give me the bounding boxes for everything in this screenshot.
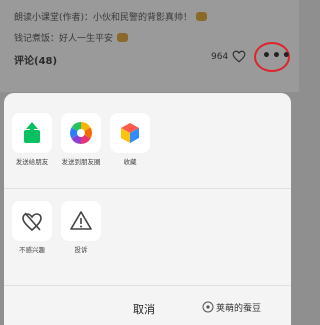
share-to-friend-button[interactable] [12,113,52,153]
divider [4,188,291,189]
wechat-official-account-icon [202,301,214,313]
more-options-icon[interactable]: ••• [262,48,292,64]
moments-icon [70,122,92,144]
share-to-friend-icon [24,122,40,143]
share-to-moments-label: 发送到朋友圈 [61,158,101,166]
report-label: 投诉 [74,246,88,254]
not-interested-icon [22,212,42,232]
comment-item: 钱记煮饭：好人一生平安 [14,31,129,44]
like-count: 964 [211,52,229,62]
thumbs-up-emoji-icon [196,12,208,21]
share-to-moments-button[interactable] [61,113,101,153]
comments-count-link[interactable]: 评论(48) [14,52,57,67]
not-interested-label: 不感兴趣 [19,246,45,254]
not-interested-button[interactable] [12,201,52,241]
favorite-cube-icon [121,123,139,143]
watermark-text: 荚萌的蚕豆 [216,304,262,314]
bean-emoji-icon [117,33,129,42]
report-icon [70,211,92,230]
favorite-label: 收藏 [123,158,137,166]
comment-text: 朗读小课堂(作者)：小伙和民警的背影真帅！ [14,13,193,23]
share-to-friend-label: 发送给朋友 [15,158,49,166]
heart-icon[interactable] [232,50,246,63]
favorite-button[interactable] [110,113,150,153]
comment-item: 朗读小课堂(作者)：小伙和民警的背影真帅！ [14,10,208,23]
cancel-label: 取消 [133,303,155,316]
report-button[interactable] [61,201,101,241]
comment-text: 钱记煮饭：好人一生平安 [14,34,114,44]
